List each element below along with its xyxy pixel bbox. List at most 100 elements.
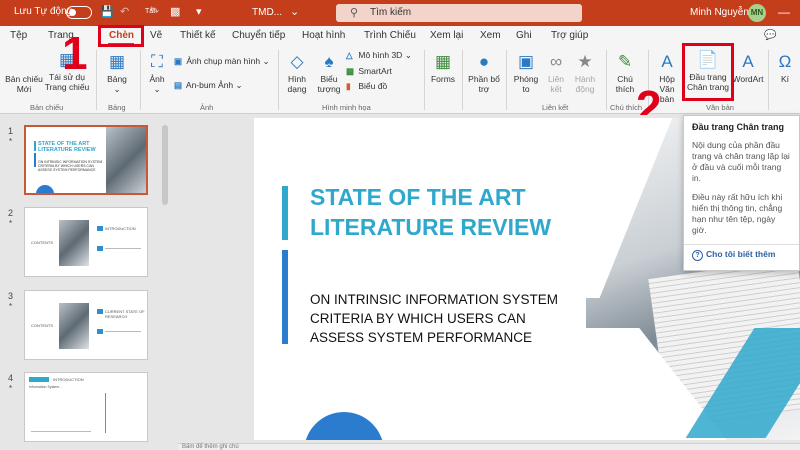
thumb-image <box>59 303 89 349</box>
tab-transitions[interactable]: Chuyển tiếp <box>232 30 285 41</box>
notes-placeholder[interactable]: Bấm để thêm ghi chú <box>182 444 239 450</box>
table-dropdown-icon: ⌄ <box>113 84 121 94</box>
icons-label-1: Biểu <box>320 74 338 84</box>
slide-thumbnail-3[interactable]: CONTENTS CURRENT STATE OF RESEARCH <box>24 290 148 360</box>
tab-help[interactable]: Trợ giúp <box>551 30 588 41</box>
link-button[interactable]: ∞ Liên kết <box>542 52 570 94</box>
tab-design[interactable]: Thiết kế <box>180 30 216 41</box>
autosave-toggle[interactable]: Tắt <box>66 6 155 19</box>
thumb-subtitle: CURRENT STATE OF RESEARCH <box>105 309 145 319</box>
icons-button[interactable]: ♠ Biểu tượng <box>314 52 344 94</box>
tab-view[interactable]: Xem <box>480 30 501 41</box>
search-icon: ⚲ <box>350 7 359 19</box>
search-box[interactable]: ⚲ Tìm kiếm <box>336 4 582 22</box>
slide-subtitle[interactable]: ON INTRINSIC INFORMATION SYSTEM CRITERIA… <box>310 290 580 347</box>
tab-draw[interactable]: Vẽ <box>150 30 162 41</box>
thumb-star: * <box>9 302 13 311</box>
redo-icon[interactable]: ↷ <box>150 5 159 18</box>
header-footer-highlight <box>682 43 734 101</box>
tab-file[interactable]: Tệp <box>10 30 27 41</box>
tab-slideshow[interactable]: Trình Chiếu <box>364 30 416 41</box>
action-label-2: động <box>575 84 595 94</box>
thumb-line <box>105 393 106 433</box>
group-label-table: Bảng <box>108 103 126 112</box>
chart-button[interactable]: ▮ Biểu đồ <box>346 81 387 92</box>
image-button[interactable]: ⛶ Ảnh ⌄ <box>144 52 170 94</box>
tab-record[interactable]: Ghi <box>516 30 532 41</box>
search-input[interactable]: Tìm kiếm <box>370 7 411 18</box>
tooltip-description: Nội dung của phần đầu trang và chân tran… <box>692 140 790 183</box>
zoom-button[interactable]: ▣ Phóng to <box>510 52 542 94</box>
thumb-subtitle: INTRODUCTION <box>105 226 136 231</box>
thumb-line <box>105 331 141 332</box>
thumb-subtitle: Information System... <box>29 385 63 389</box>
screenshot-button[interactable]: ▣ Ảnh chụp màn hình ⌄ <box>174 56 270 67</box>
thumb-marker <box>29 377 49 382</box>
addins-label-2: trợ <box>478 84 490 94</box>
table-icon: ▦ <box>108 52 126 71</box>
wordart-icon: A <box>742 52 754 71</box>
new-slide-button[interactable]: Bản chiếu Mới <box>4 74 44 94</box>
customize-qat-icon[interactable]: ▾ <box>196 5 202 18</box>
thumb-accent <box>34 141 36 151</box>
group-label-images: Ảnh <box>200 103 214 112</box>
title-dropdown-icon[interactable]: ⌄ <box>290 5 299 18</box>
thumb-image <box>106 127 146 193</box>
comments-icon[interactable]: 💬 <box>764 30 776 41</box>
zoom-label-2: to <box>522 84 530 94</box>
tooltip-title: Đầu trang Chân trang <box>692 122 785 132</box>
header-footer-tooltip: Đầu trang Chân trang Nội dung của phần đ… <box>683 115 800 271</box>
undo-icon[interactable]: ↶ <box>120 5 129 18</box>
pane-scrollbar[interactable] <box>162 125 168 205</box>
symbols-button[interactable]: Ω Kí <box>772 52 798 84</box>
action-button[interactable]: ★ Hành động <box>570 52 600 94</box>
slide-thumbnail-pane: 1 * STATE OF THE ART LITERATURE REVIEW O… <box>0 115 172 450</box>
separator <box>424 50 425 110</box>
slide-thumbnail-2[interactable]: CONTENTS INTRODUCTION <box>24 207 148 277</box>
slide-thumbnail-1[interactable]: STATE OF THE ART LITERATURE REVIEW ON IN… <box>24 125 148 195</box>
tell-me-more-link[interactable]: ? Cho tôi biết thêm <box>692 249 791 261</box>
thumb-number: 1 <box>8 126 14 136</box>
save-icon[interactable]: 💾 <box>100 5 114 18</box>
thumb-star: * <box>9 219 13 228</box>
shapes-button[interactable]: ◇ Hình dạng <box>282 52 312 94</box>
tab-review[interactable]: Xem lại <box>430 30 463 41</box>
user-name[interactable]: Minh Nguyễn <box>690 7 749 18</box>
thumb-star: * <box>9 384 13 393</box>
table-label: Bảng <box>107 74 127 84</box>
slide-title[interactable]: STATE OF THE ART LITERATURE REVIEW <box>310 182 590 242</box>
photo-album-button[interactable]: ▤ An-bum Ảnh ⌄ <box>174 80 243 91</box>
forms-button[interactable]: ▦ Forms <box>428 52 458 84</box>
present-icon[interactable]: ▩ <box>170 5 180 18</box>
notes-pane[interactable] <box>178 443 800 450</box>
shapes-label-1: Hình <box>288 74 306 84</box>
tab-animations[interactable]: Hoạt hình <box>302 30 345 41</box>
smartart-button[interactable]: ▩ SmartArt <box>346 66 392 77</box>
icons-label-2: tượng <box>317 84 341 94</box>
link-label-2: kết <box>550 84 562 94</box>
shapes-icon: ◇ <box>290 52 304 71</box>
photo-album-icon: ▤ <box>174 80 183 90</box>
slide-thumbnail-4[interactable]: INTRODUCTION Information System... <box>24 372 148 442</box>
action-icon: ★ <box>577 52 593 71</box>
zoom-icon: ▣ <box>517 52 535 71</box>
3d-models-button[interactable]: △ Mô hình 3D ⌄ <box>346 50 412 61</box>
table-button[interactable]: ▦ Bảng ⌄ <box>100 52 134 94</box>
insert-tab-highlight <box>98 25 144 47</box>
group-label-links: Liên kết <box>542 103 569 112</box>
photo-album-label: An-bum Ảnh <box>185 80 234 90</box>
avatar[interactable]: MN <box>748 4 766 22</box>
textbox-icon: A <box>661 52 673 71</box>
comment-icon: ✎ <box>617 52 633 71</box>
addins-button[interactable]: ● Phần bổ trợ <box>466 52 502 94</box>
smartart-icon: ▩ <box>346 66 355 76</box>
tell-me-more-label: Cho tôi biết thêm <box>706 249 776 259</box>
thumb-star: * <box>9 137 13 146</box>
document-title[interactable]: TMD... <box>252 7 282 18</box>
thumb-shape <box>36 185 54 193</box>
minimize-icon[interactable]: — <box>778 5 790 19</box>
thumb-title: INTRODUCTION <box>53 377 84 382</box>
help-icon: ? <box>692 250 703 261</box>
wordart-button[interactable]: A WordArt <box>732 52 764 84</box>
chart-label: Biểu đồ <box>358 81 388 91</box>
